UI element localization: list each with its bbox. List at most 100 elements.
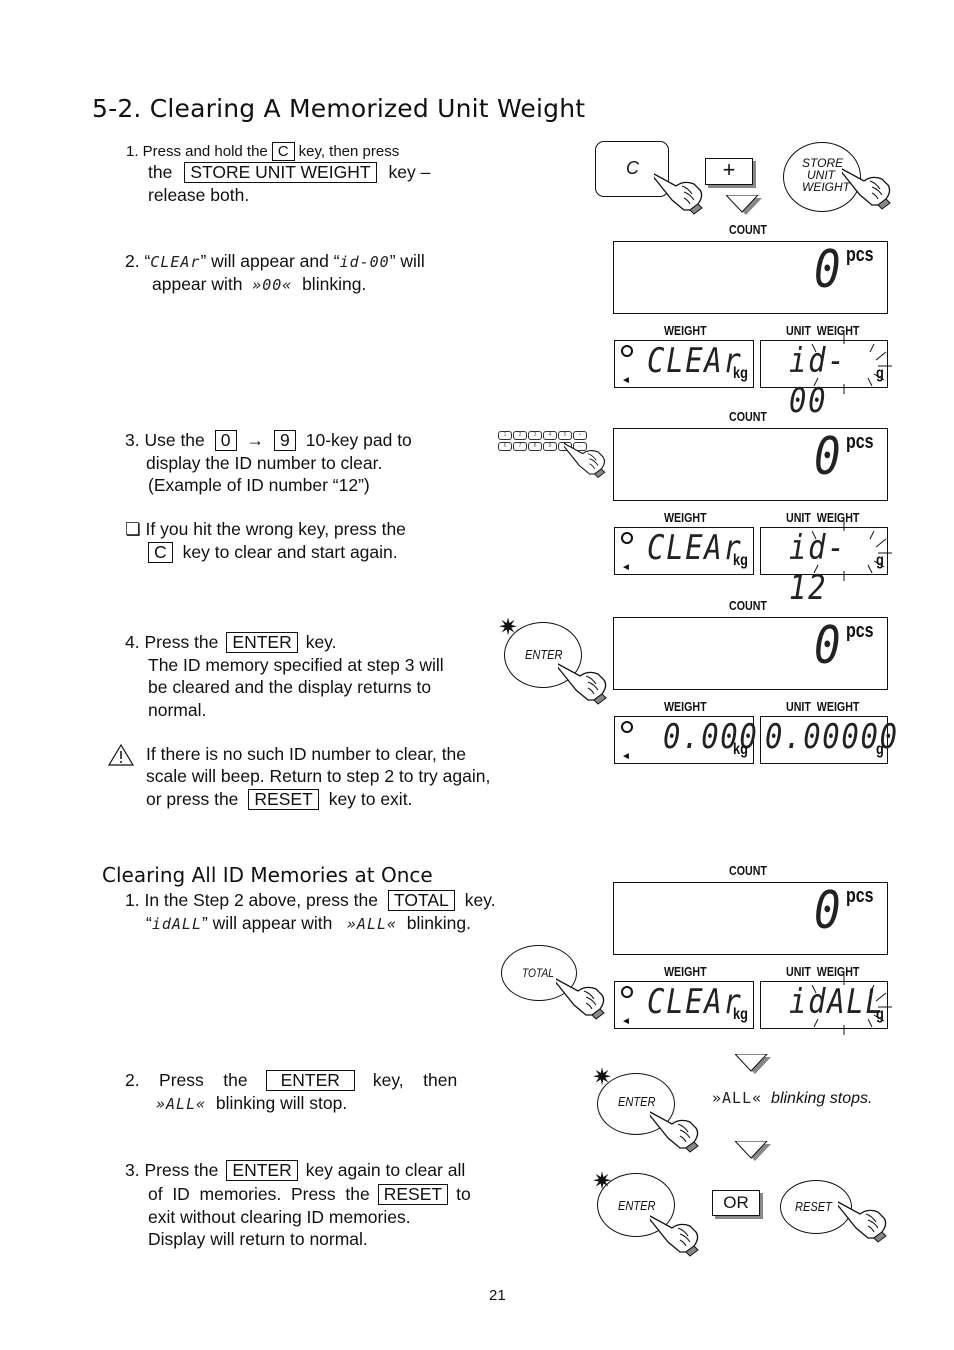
stable-indicator-icon [621,986,633,998]
text: ” will appear with [201,913,333,933]
warning-icon [107,743,135,766]
blink-rays-icon [811,521,892,581]
unit-weight-display: 0.00000 g [760,716,897,764]
text: key, then press [298,143,400,160]
down-arrow-icon [735,1141,771,1161]
weight-display: ◄ CLEAr kg [614,340,754,388]
kg-unit: kg [733,741,748,758]
text: key to clear and start again. [182,542,398,562]
key-enter: ENTER [265,1070,355,1091]
text: ” will [389,251,425,271]
hand-pointer-icon [650,1215,699,1257]
down-arrow-icon [735,1054,771,1074]
text: blinking. [302,274,367,294]
weight-display: ◄ 0.000 kg [614,716,757,764]
pcs-unit: pcs [846,885,874,907]
count-display: 0 pcs [613,240,888,314]
keypad-key: 8 [528,442,542,451]
text: 1. Press and hold the [126,143,268,160]
hand-pointer-icon [838,1201,887,1243]
s2-step2-line2: »ALL« blinking will stop. [156,1092,347,1116]
weight-label: WEIGHT [664,964,707,979]
text: 2. “ [125,251,151,271]
step4-line1: 4. Press the ENTER key. [125,631,337,654]
warning-line2: scale will beep. Return to step 2 to try… [146,766,491,786]
weight-value: CLEAr [647,982,743,1022]
seg-blink: »00« [252,276,293,294]
g-unit: g [876,741,884,758]
kg-unit: kg [733,1006,748,1023]
seg-id: id-00 [339,253,390,271]
blink-rays-icon [811,975,892,1035]
key-total: TOTAL [387,890,455,911]
key-c: C [271,142,295,161]
count-value: 0 [814,240,843,300]
zero-arrow-icon: ◄ [621,375,631,386]
pcs-unit: pcs [846,431,874,453]
keypad-key: 1 [498,431,512,440]
zero-arrow-icon: ◄ [621,562,631,573]
count-label: COUNT [729,222,767,237]
enter-button-label: ENTER [618,1198,656,1213]
page-title: 5-2. Clearing A Memorized Unit Weight [92,94,586,123]
key-reset: RESET [377,1184,449,1205]
keypad-key: 7 [513,442,527,451]
store-button-label: STORE UNIT WEIGHT [802,157,850,193]
total-button-label: TOTAL [522,966,554,980]
step3-line2: display the ID number to clear. [146,453,383,473]
step3-line1: 3. Use the 0 → 9 10-key pad to [125,429,412,452]
pcs-unit: pcs [846,620,874,642]
text: 1. In the Step 2 above, press the [125,890,378,910]
s2-step1-line1: 1. In the Step 2 above, press the TOTAL ke… [125,889,496,912]
stable-indicator-icon [621,721,633,733]
keypad-row: 1 2 3 4 5 • [498,431,598,440]
pcs-unit: pcs [846,244,874,266]
hand-pointer-icon [842,168,891,210]
s2-step3-line3: exit without clearing ID memories. [148,1207,411,1227]
text: 2. Press the [125,1070,248,1090]
enter-button-label: ENTER [618,1094,656,1109]
press-flash-icon: ✷ [592,1168,613,1195]
seg-blink: »ALL« [346,915,398,933]
key-9: 9 [274,430,296,451]
hand-pointer-icon [654,173,703,215]
step2-line2: appear with »00« blinking. [152,273,366,297]
blinking-stops-caption: »ALL« blinking stops. [712,1087,872,1110]
step4-line3: be cleared and the display returns to [148,677,432,697]
count-display: 0 pcs [613,881,888,955]
step4-line4: normal. [148,700,207,720]
step3-line3: (Example of ID number “12”) [148,475,370,495]
step1-line3: release both. [148,185,250,205]
keypad-key: 5 [558,431,572,440]
text: key. [305,632,337,652]
text: key. [464,890,496,910]
keypad-key: 3 [528,431,542,440]
keypad-key: 9 [543,442,557,451]
keypad-key: • [573,431,587,440]
s2-step3-line2: of ID memories. Press the RESET to [148,1183,471,1206]
text: blinking stops. [771,1090,873,1107]
seg-blink: »ALL« [156,1095,207,1113]
seg-idall: idALL [151,915,202,933]
s2-step2-line1: 2. Press the ENTER key, then [125,1069,457,1092]
weight-value: CLEAr [647,341,743,381]
step4-line2: The ID memory specified at step 3 will [148,655,444,675]
keypad-key: 4 [543,431,557,440]
count-value: 0 [814,616,843,676]
hand-pointer-icon [558,663,607,705]
count-value: 0 [814,881,843,941]
s2-step3-line4: Display will return to normal. [148,1229,368,1249]
reset-button-label: RESET [795,1199,832,1214]
text: 3. Use the [125,430,205,450]
key-enter: ENTER [226,1160,298,1181]
weight-value: CLEAr [647,528,743,568]
text: appear with [152,274,243,294]
keypad-key: 6 [498,442,512,451]
c-button-label: C [626,158,639,178]
text: to [456,1184,471,1204]
seg-blink: »ALL« [712,1089,763,1107]
step3-note-line1: ❏ If you hit the wrong key, press the [125,519,406,539]
count-label: COUNT [729,409,767,424]
step2-line1: 2. “CLEAr” will appear and “id-00” will [125,250,425,274]
key-store-unit-weight: STORE UNIT WEIGHT [184,162,377,183]
